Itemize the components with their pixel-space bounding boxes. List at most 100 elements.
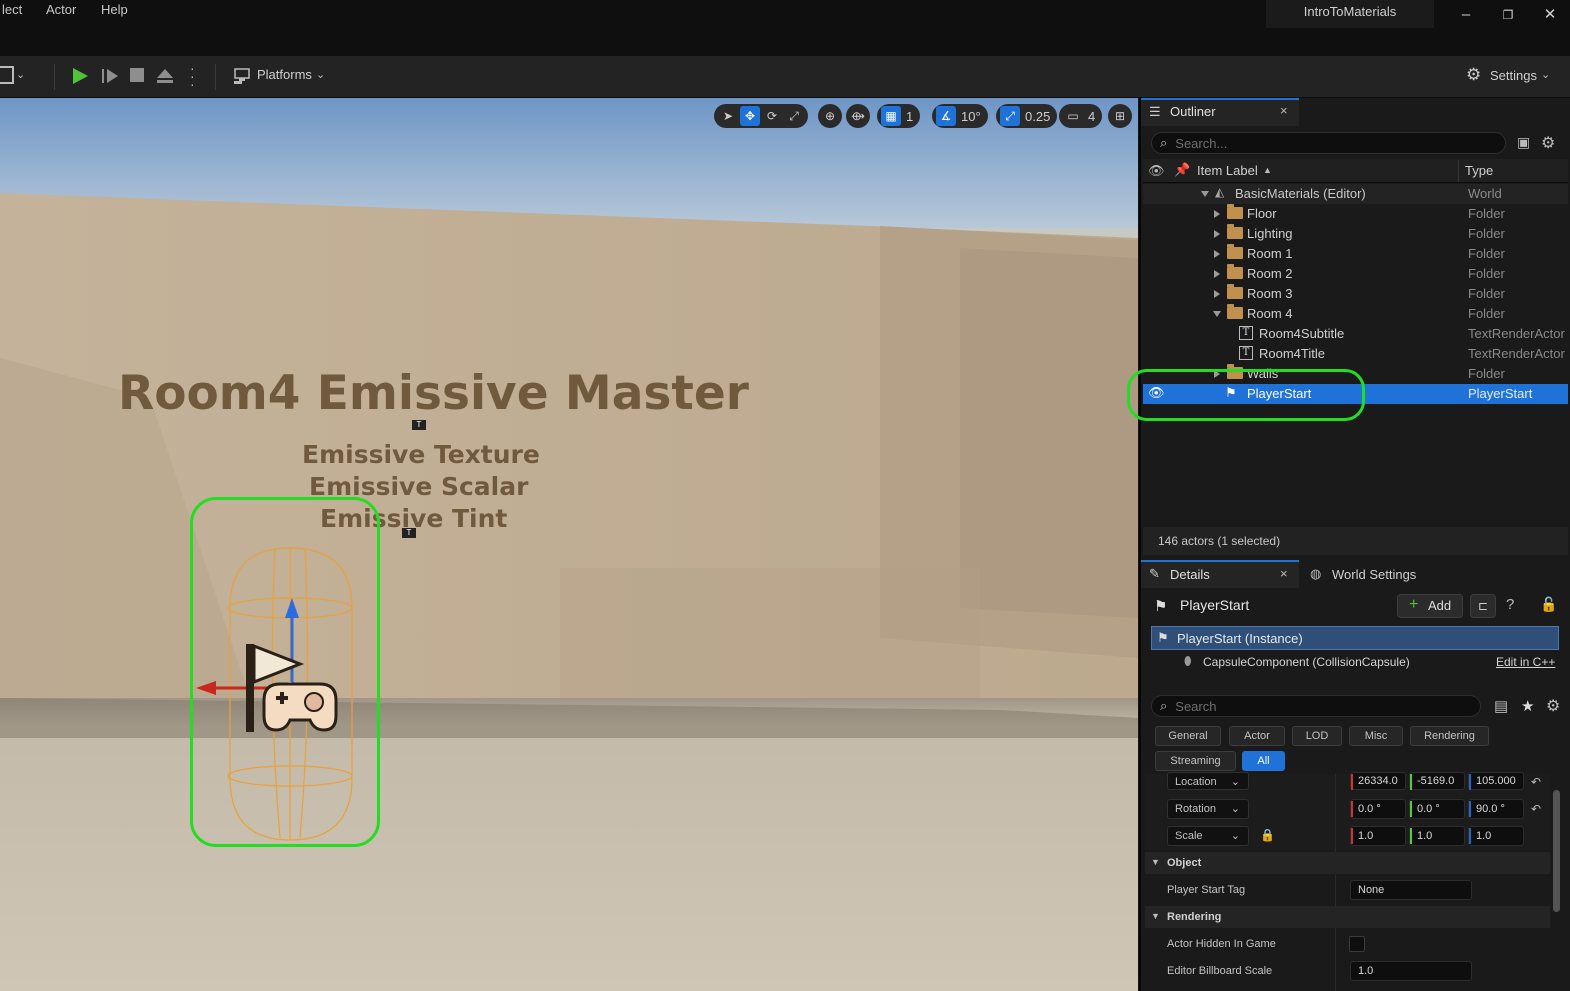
- close-tab-icon[interactable]: ×: [1280, 103, 1288, 118]
- outliner-row-folder[interactable]: Room 3 Folder: [1143, 284, 1568, 304]
- outliner-row-folder[interactable]: Room 1 Folder: [1143, 244, 1568, 264]
- details-scrollbar[interactable]: [1553, 790, 1560, 912]
- close-tab-icon[interactable]: ×: [1280, 566, 1288, 581]
- outliner-row-actor[interactable]: T Room4Subtitle TextRenderActor: [1143, 324, 1568, 344]
- rotation-y-field[interactable]: 0.0 °: [1409, 799, 1465, 819]
- lock-icon[interactable]: 🔒: [1260, 828, 1275, 842]
- scale-y-field[interactable]: 1.0: [1409, 826, 1465, 846]
- scale-mode-icon[interactable]: ⤢: [784, 106, 804, 126]
- actor-hidden-checkbox[interactable]: [1349, 936, 1365, 952]
- text-render-billboard-icon[interactable]: T: [412, 420, 426, 430]
- platforms-button[interactable]: Platforms: [257, 67, 312, 82]
- location-dropdown[interactable]: Location ⌄: [1167, 772, 1249, 790]
- menu-actor[interactable]: Actor: [46, 2, 76, 17]
- filter-lod[interactable]: LOD: [1292, 726, 1342, 746]
- outliner-row-folder[interactable]: Room 2 Folder: [1143, 264, 1568, 284]
- filter-rendering[interactable]: Rendering: [1410, 726, 1489, 746]
- surface-snap-icon[interactable]: ⟴: [848, 106, 868, 126]
- filter-actor[interactable]: Actor: [1229, 726, 1285, 746]
- world-coords-icon[interactable]: ⊕: [820, 106, 840, 126]
- expand-arrow-icon[interactable]: [1214, 250, 1220, 258]
- rotation-z-field[interactable]: 90.0 °: [1468, 799, 1524, 819]
- advance-frame-icon[interactable]: [100, 66, 120, 86]
- player-start-tag-field[interactable]: None: [1350, 880, 1472, 900]
- collapse-arrow-icon[interactable]: ▼: [1151, 857, 1160, 867]
- col-type[interactable]: Type: [1465, 163, 1493, 178]
- scale-z-field[interactable]: 1.0: [1468, 826, 1524, 846]
- collapse-arrow-icon[interactable]: [1201, 191, 1209, 197]
- outliner-search-input[interactable]: ⌕ Search...: [1151, 132, 1506, 154]
- mode-selector-icon[interactable]: [0, 66, 14, 84]
- scale-snap-value[interactable]: 0.25: [1022, 109, 1053, 124]
- platforms-icon[interactable]: [233, 67, 253, 85]
- scale-snap-icon[interactable]: ⤢: [1000, 106, 1020, 126]
- eject-icon[interactable]: [155, 66, 175, 86]
- grid-snap-icon[interactable]: ▦: [881, 106, 901, 126]
- lock-icon[interactable]: 🔓: [1540, 596, 1557, 613]
- gear-icon[interactable]: ⚙: [1546, 696, 1560, 716]
- outliner-row-folder[interactable]: Room 4 Folder: [1143, 304, 1568, 324]
- table-view-icon[interactable]: ▤: [1494, 697, 1508, 715]
- rotation-x-field[interactable]: 0.0 °: [1350, 799, 1406, 819]
- tab-details[interactable]: [1141, 560, 1299, 588]
- scale-x-field[interactable]: 1.0: [1350, 826, 1406, 846]
- camera-icon[interactable]: ▭: [1063, 106, 1083, 126]
- filter-streaming[interactable]: Streaming: [1155, 751, 1236, 771]
- select-mode-icon[interactable]: ➤: [718, 106, 738, 126]
- location-x-field[interactable]: 26334.0: [1350, 772, 1406, 790]
- location-z-field[interactable]: 105.000: [1468, 772, 1524, 790]
- restore-icon[interactable]: ❐: [1496, 4, 1520, 26]
- filter-general[interactable]: General: [1155, 726, 1221, 746]
- play-icon[interactable]: [70, 66, 90, 86]
- rotation-snap-icon[interactable]: ∡: [936, 106, 956, 126]
- star-icon[interactable]: ★: [1521, 697, 1534, 715]
- minimize-icon[interactable]: –: [1454, 4, 1478, 26]
- edit-cpp-link[interactable]: Edit in C++: [1496, 655, 1555, 669]
- outliner-row-folder[interactable]: Lighting Folder: [1143, 224, 1568, 244]
- expand-arrow-icon[interactable]: [1214, 290, 1220, 298]
- col-item-label[interactable]: Item Label: [1197, 163, 1258, 178]
- visibility-column-icon[interactable]: 👁: [1148, 163, 1165, 179]
- add-folder-icon[interactable]: ▣: [1517, 134, 1530, 151]
- close-window-icon[interactable]: ✕: [1538, 4, 1562, 26]
- menu-help[interactable]: Help: [101, 2, 128, 17]
- gear-icon[interactable]: ⚙: [1541, 133, 1555, 153]
- camera-speed-value[interactable]: 4: [1085, 109, 1098, 124]
- outliner-row-folder[interactable]: Floor Folder: [1143, 204, 1568, 224]
- pin-column-icon[interactable]: 📌: [1174, 162, 1190, 178]
- stop-icon[interactable]: [128, 66, 146, 84]
- billboard-scale-field[interactable]: 1.0: [1350, 961, 1472, 981]
- outliner-row-world[interactable]: ◭ BasicMaterials (Editor) World: [1143, 184, 1568, 204]
- expand-arrow-icon[interactable]: [1214, 270, 1220, 278]
- reset-icon[interactable]: ↶: [1531, 775, 1541, 789]
- component-row[interactable]: CapsuleComponent (CollisionCapsule): [1203, 655, 1410, 669]
- tab-outliner[interactable]: [1141, 98, 1299, 126]
- chevron-down-icon[interactable]: ⌄: [16, 68, 25, 81]
- details-search-input[interactable]: ⌕ Search: [1151, 695, 1481, 717]
- text-render-billboard-icon[interactable]: T: [402, 528, 416, 538]
- blueprint-icon[interactable]: ⊏: [1470, 594, 1496, 618]
- level-viewport[interactable]: Room4 Emissive Master Emissive Texture E…: [0, 98, 1138, 991]
- location-y-field[interactable]: -5169.0: [1409, 772, 1465, 790]
- translate-mode-icon[interactable]: ✥: [740, 106, 760, 126]
- help-icon[interactable]: ?: [1506, 596, 1514, 613]
- expand-arrow-icon[interactable]: [1214, 210, 1220, 218]
- filter-all[interactable]: All: [1242, 751, 1285, 771]
- collapse-arrow-icon[interactable]: ▼: [1151, 911, 1160, 921]
- viewport-layout-icon[interactable]: ⊞: [1110, 106, 1130, 126]
- gear-icon[interactable]: ⚙: [1466, 65, 1481, 85]
- tab-world-settings[interactable]: World Settings: [1332, 567, 1416, 582]
- rotate-mode-icon[interactable]: ⟳: [762, 106, 782, 126]
- collapse-arrow-icon[interactable]: [1213, 311, 1221, 317]
- category-object[interactable]: [1145, 852, 1550, 874]
- rotation-snap-value[interactable]: 10°: [958, 109, 984, 124]
- scale-dropdown[interactable]: Scale ⌄: [1167, 826, 1249, 846]
- rotation-dropdown[interactable]: Rotation ⌄: [1167, 799, 1249, 819]
- expand-arrow-icon[interactable]: [1214, 230, 1220, 238]
- grid-snap-value[interactable]: 1: [903, 109, 916, 124]
- settings-button[interactable]: Settings: [1490, 68, 1537, 83]
- menu-select[interactable]: lect: [2, 2, 22, 17]
- more-options-icon[interactable]: · · ·: [190, 61, 195, 91]
- filter-misc[interactable]: Misc: [1349, 726, 1403, 746]
- reset-icon[interactable]: ↶: [1531, 802, 1541, 816]
